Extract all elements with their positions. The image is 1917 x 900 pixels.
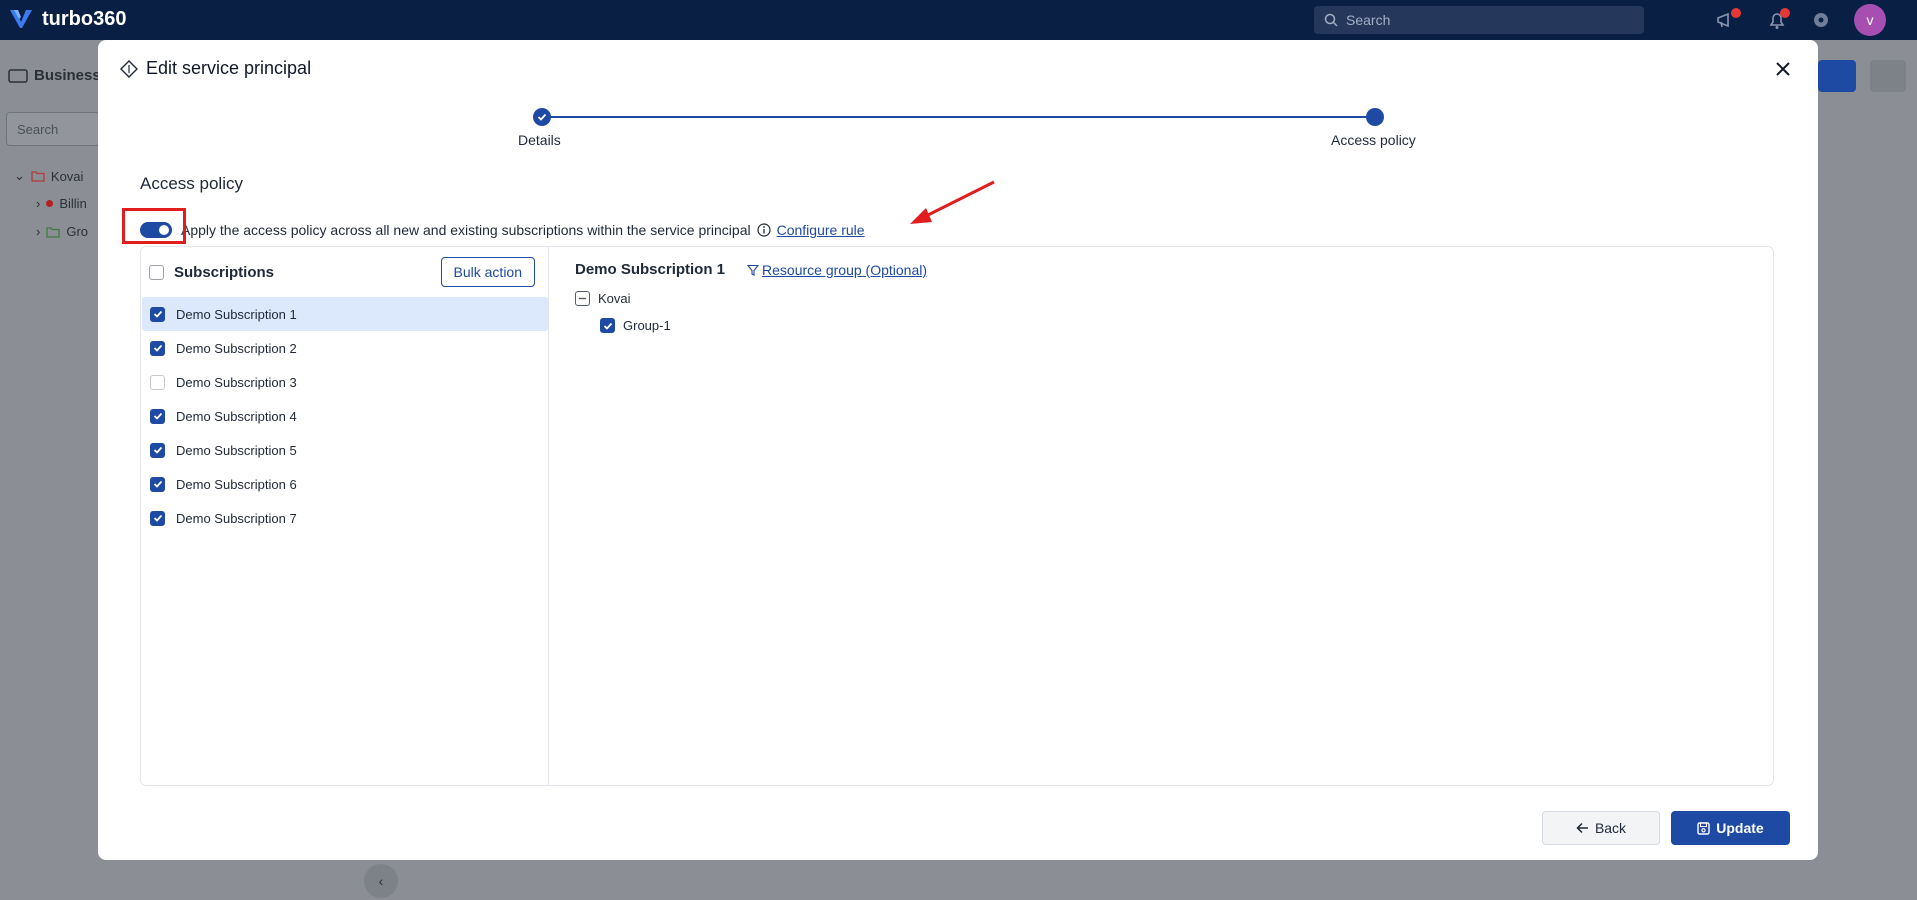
check-icon <box>153 446 162 454</box>
chevron-right-icon: › <box>36 196 41 211</box>
background-tree-item: ⌄ Kovai <box>14 168 84 184</box>
subscription-item[interactable]: Demo Subscription 2 <box>142 331 548 365</box>
subscription-label: Demo Subscription 2 <box>176 340 297 356</box>
check-icon <box>153 344 162 352</box>
subscriptions-header: Subscriptions Bulk action <box>149 255 543 289</box>
step-details-label[interactable]: Details <box>518 132 561 148</box>
arrow-left-icon <box>1576 822 1588 834</box>
collapse-sidebar-icon: ‹ <box>364 864 398 898</box>
configure-rule-link[interactable]: Configure rule <box>777 222 865 238</box>
check-icon <box>537 113 547 121</box>
check-icon <box>153 412 162 420</box>
save-icon <box>1697 821 1710 835</box>
check-icon <box>153 480 162 488</box>
user-avatar[interactable]: v <box>1854 4 1886 36</box>
section-title: Access policy <box>140 174 243 193</box>
subscription-item[interactable]: Demo Subscription 1 <box>142 297 548 331</box>
check-icon <box>603 322 612 330</box>
close-icon <box>1776 62 1790 76</box>
background-primary-button <box>1818 60 1856 92</box>
global-search[interactable]: Search <box>1314 6 1644 34</box>
step-access-policy-label[interactable]: Access policy <box>1331 132 1416 148</box>
subscription-checkbox[interactable] <box>150 408 165 424</box>
app-logo[interactable]: turbo360 <box>8 6 126 32</box>
subscription-label: Demo Subscription 1 <box>176 306 297 322</box>
info-icon[interactable] <box>757 223 771 237</box>
close-button[interactable] <box>1768 54 1798 84</box>
subscription-item[interactable]: Demo Subscription 5 <box>142 433 548 467</box>
subscription-item[interactable]: Demo Subscription 3 <box>142 365 548 399</box>
background-tree-item: › Billin <box>36 196 87 211</box>
select-all-subscriptions-checkbox[interactable] <box>149 264 164 280</box>
chevron-right-icon: › <box>36 224 41 239</box>
apply-policy-text: Apply the access policy across all new a… <box>181 222 751 238</box>
step-access-policy-indicator[interactable] <box>1366 108 1384 126</box>
stepper-progress-line <box>542 116 1376 118</box>
tree-node-checkbox[interactable] <box>575 291 590 306</box>
subscription-label: Demo Subscription 6 <box>176 476 297 492</box>
turbo360-logo-icon <box>10 10 32 28</box>
minus-icon <box>579 297 586 300</box>
subscription-checkbox[interactable] <box>150 374 165 390</box>
subscription-label: Demo Subscription 5 <box>176 442 297 458</box>
subscription-checkbox[interactable] <box>150 476 165 492</box>
background-search: Search <box>6 112 100 146</box>
resource-group-filter-link[interactable]: Resource group (Optional) <box>747 262 927 278</box>
business-unit-icon <box>8 68 28 83</box>
app-name: turbo360 <box>42 7 127 30</box>
detail-header: Demo Subscription 1 Resource group (Opti… <box>575 261 927 278</box>
subscription-checkbox[interactable] <box>150 306 165 322</box>
folder-icon <box>31 171 45 182</box>
notification-badge <box>1731 8 1741 18</box>
detail-title: Demo Subscription 1 <box>575 261 726 278</box>
subscription-item[interactable]: Demo Subscription 6 <box>142 467 548 501</box>
back-button[interactable]: Back <box>1542 811 1660 845</box>
tree-node-label: Group-1 <box>623 318 671 333</box>
filter-icon <box>747 264 760 276</box>
settings-icon[interactable] <box>1810 9 1832 31</box>
subscriptions-header-label: Subscriptions <box>174 263 275 281</box>
top-app-bar: turbo360 Search v <box>0 0 1917 40</box>
background-refresh-button <box>1870 60 1906 92</box>
check-icon <box>153 310 162 318</box>
subscription-label: Demo Subscription 7 <box>176 510 297 526</box>
step-details-indicator[interactable] <box>533 108 551 126</box>
subscriptions-pane: Subscriptions Bulk action Demo Subscript… <box>141 247 549 785</box>
chevron-down-icon: ⌄ <box>14 168 25 183</box>
subscription-list: Demo Subscription 1 Demo Subscription 2 … <box>141 297 549 535</box>
subscription-checkbox[interactable] <box>150 510 165 526</box>
subscription-label: Demo Subscription 3 <box>176 374 297 390</box>
tree-node-label: Kovai <box>598 291 631 306</box>
status-dot-icon <box>46 200 54 207</box>
service-principal-icon <box>120 59 138 78</box>
tree-node-checkbox[interactable] <box>600 318 615 333</box>
subscription-checkbox[interactable] <box>150 442 165 458</box>
apply-policy-row: Apply the access policy across all new a… <box>140 218 865 242</box>
subscription-item[interactable]: Demo Subscription 4 <box>142 399 548 433</box>
global-search-placeholder: Search <box>1346 12 1391 28</box>
bulk-action-button[interactable]: Bulk action <box>440 257 535 287</box>
annotation-arrow-icon <box>910 180 995 224</box>
subscription-checkbox[interactable] <box>150 340 165 356</box>
alert-badge <box>1780 8 1790 18</box>
access-policy-panel: Subscriptions Bulk action Demo Subscript… <box>140 246 1774 786</box>
background-tree-item: › Gro <box>36 224 89 239</box>
background-page-title: Business <box>8 67 101 84</box>
modal-header: Edit service principal <box>120 58 311 79</box>
search-icon <box>1324 13 1338 27</box>
resource-group-tree-node[interactable]: Group-1 <box>600 318 671 333</box>
folder-icon <box>46 226 60 238</box>
resource-group-tree-node[interactable]: Kovai <box>575 291 631 306</box>
subscription-label: Demo Subscription 4 <box>176 408 297 424</box>
modal-title: Edit service principal <box>146 58 312 78</box>
subscription-item[interactable]: Demo Subscription 7 <box>142 501 548 535</box>
subscription-detail-pane: Demo Subscription 1 Resource group (Opti… <box>549 247 1773 785</box>
edit-service-principal-modal: Edit service principal Details Access po… <box>98 40 1818 860</box>
update-button[interactable]: Update <box>1671 811 1790 845</box>
toggle-highlight-annotation <box>122 208 186 244</box>
check-icon <box>153 514 162 522</box>
